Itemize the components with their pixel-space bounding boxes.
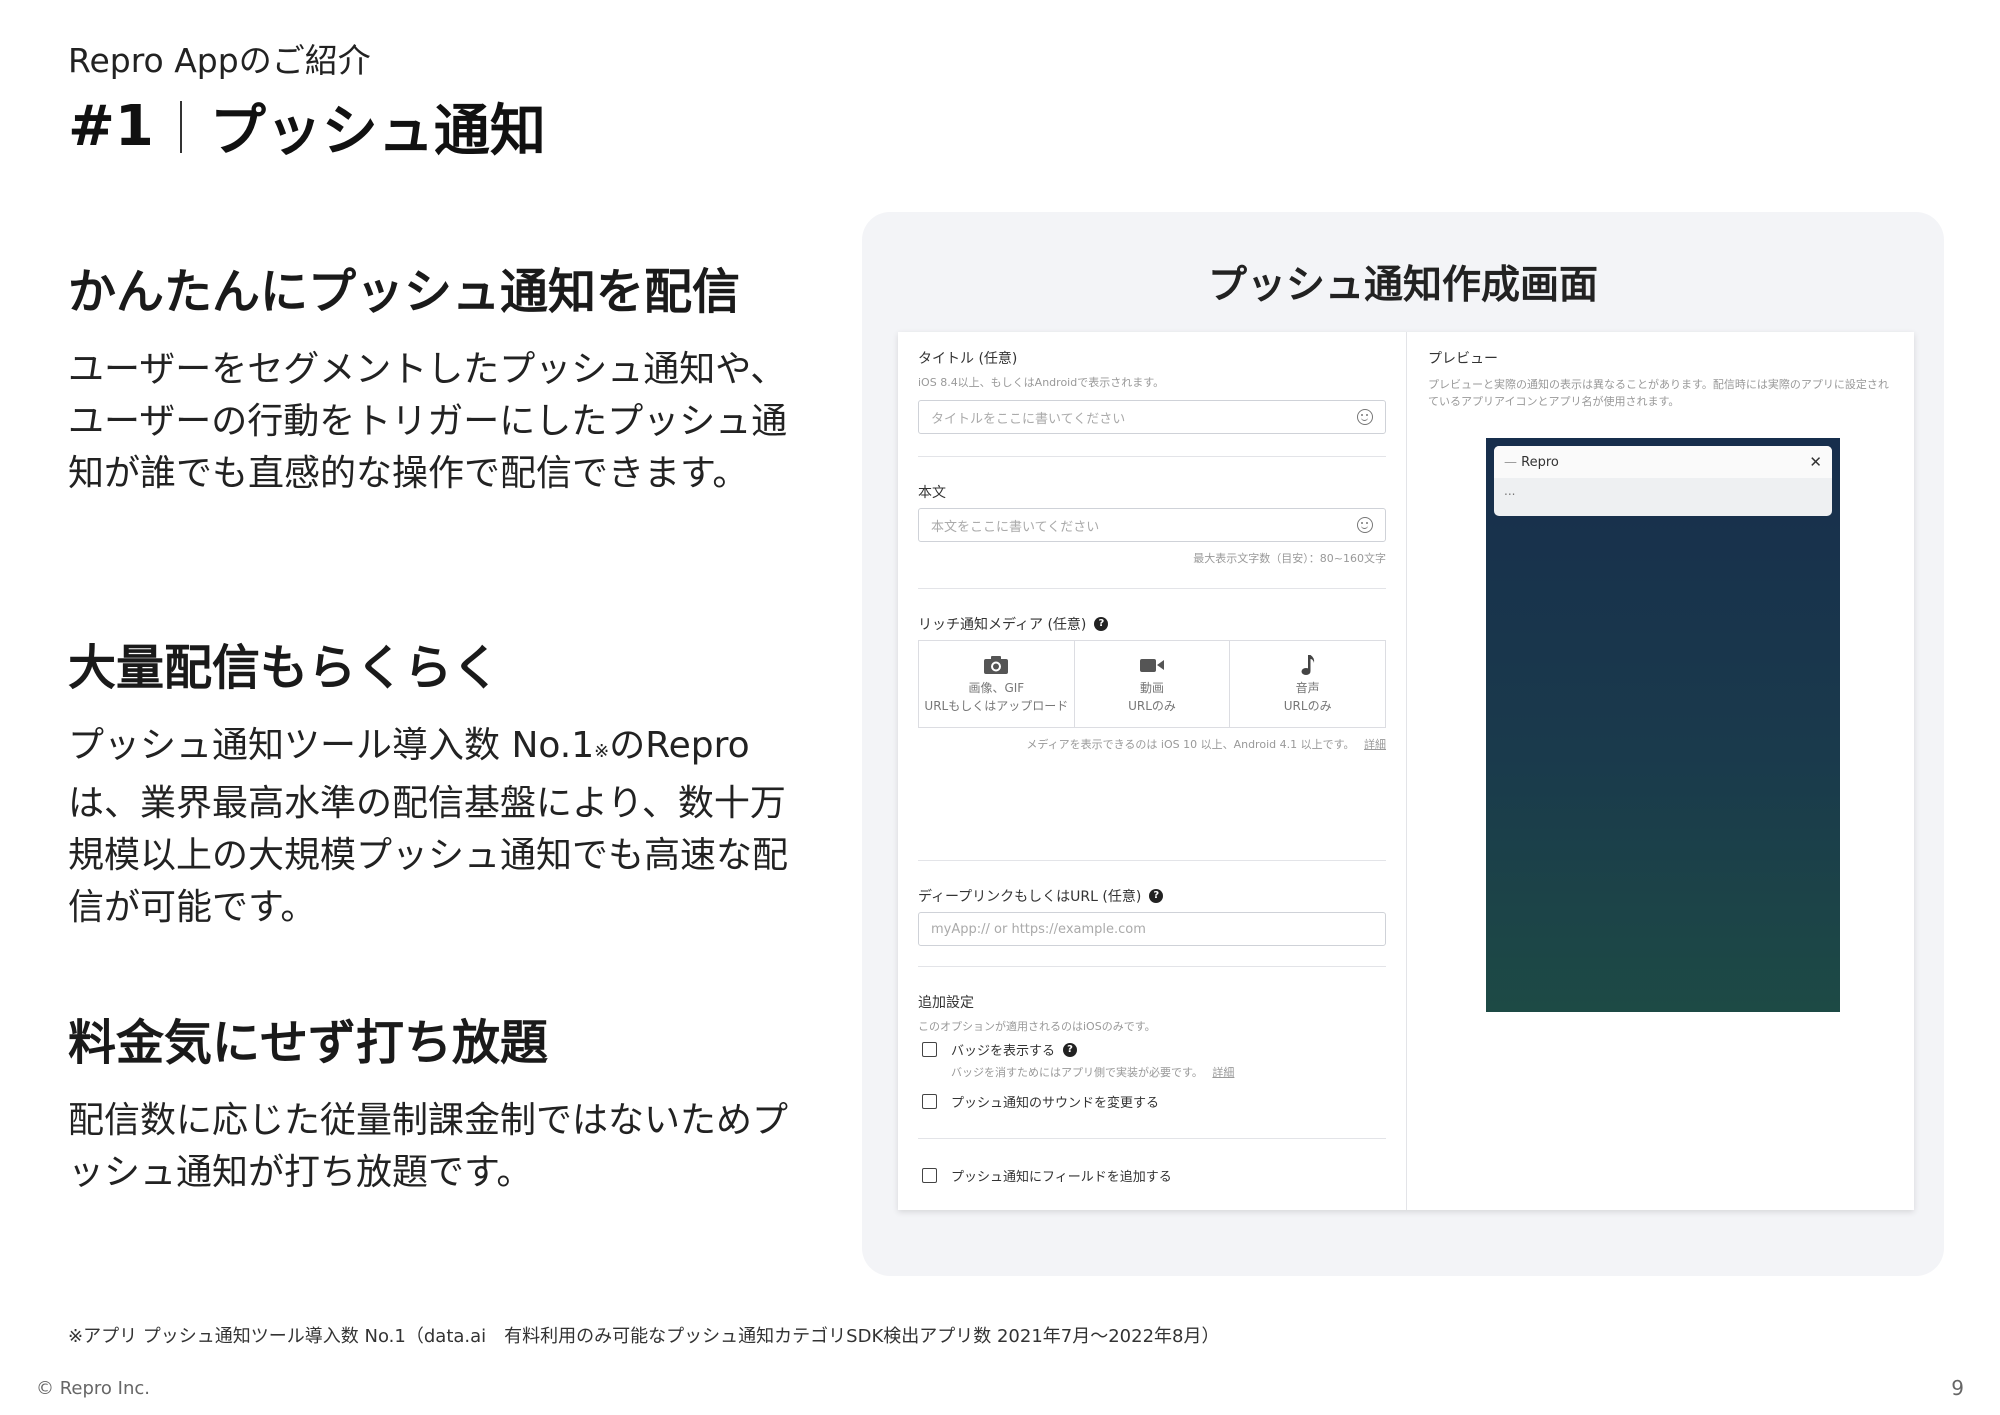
phone-preview: — Repro ✕ ...: [1486, 438, 1840, 1012]
help-icon[interactable]: ?: [1149, 889, 1164, 903]
media-option-name: 音声: [1295, 681, 1320, 695]
media-option-sub: URLもしくはアップロード: [924, 699, 1069, 713]
close-icon[interactable]: ✕: [1809, 453, 1822, 471]
preview-hint: プレビューと実際の通知の表示は異なることがあります。配信時には実際のアプリに設定…: [1428, 378, 1889, 408]
media-note-text: メディアを表示できるのは iOS 10 以上、Android 4.1 以上です。: [1026, 738, 1355, 751]
section-heading: かんたんにプッシュ通知を配信: [68, 264, 741, 320]
column-divider: [1406, 332, 1407, 1210]
sound-option-label: プッシュ通知のサウンドを変更する: [951, 1096, 1160, 1111]
section-body: ユーザーをセグメントしたプッシュ通知や、ユーザーの行動をトリガーにしたプッシュ通…: [68, 349, 788, 494]
section-divider: [918, 588, 1386, 589]
title-field-label: タイトル (任意): [918, 351, 1018, 367]
deeplink-input[interactable]: myApp:// or https://example.com: [918, 912, 1386, 946]
detail-link[interactable]: 詳細: [1364, 738, 1386, 751]
section-body-lead: プッシュ通知ツール導入数 No.1: [68, 725, 595, 766]
media-field-label: リッチ通知メディア (任意) ?: [918, 614, 1109, 634]
app-icon: —: [1504, 454, 1517, 470]
notification-preview: — Repro ✕ ...: [1494, 446, 1832, 516]
footnote: ※アプリ プッシュ通知ツール導入数 No.1（data.ai 有料利用のみ可能な…: [68, 1326, 1220, 1347]
section-unlimited: 料金気にせず打ち放題 配信数に応じた従量制課金制ではないためプッシュ通知が打ち放…: [68, 1003, 808, 1199]
notification-header: — Repro ✕: [1494, 446, 1832, 478]
panel-title: プッシュ通知作成画面: [1207, 263, 1598, 308]
camera-icon: [983, 653, 1009, 677]
section-heading: 料金気にせず打ち放題: [68, 1015, 549, 1071]
media-option-video[interactable]: 動画 URLのみ: [1075, 641, 1231, 727]
notification-app: — Repro: [1504, 455, 1559, 470]
media-option-audio[interactable]: 音声 URLのみ: [1230, 641, 1385, 727]
media-option-sub: URLのみ: [1283, 699, 1332, 713]
emoji-icon[interactable]: [1357, 409, 1373, 425]
field-checkbox[interactable]: [922, 1168, 937, 1183]
field-option-label: プッシュ通知にフィールドを追加する: [951, 1170, 1172, 1185]
sound-option[interactable]: プッシュ通知のサウンドを変更する: [922, 1092, 1159, 1111]
body-input[interactable]: 本文をここに書いてください: [918, 508, 1386, 542]
deeplink-input-placeholder: myApp:// or https://example.com: [931, 921, 1146, 937]
section-easy-delivery: かんたんにプッシュ通知を配信 ユーザーをセグメントしたプッシュ通知や、ユーザーの…: [68, 252, 808, 500]
badge-checkbox[interactable]: [922, 1042, 937, 1057]
section-divider: [918, 456, 1386, 457]
badge-option-label: バッジを表示する: [951, 1044, 1056, 1059]
media-option-name: 動画: [1140, 681, 1165, 695]
title-input-placeholder: タイトルをここに書いてください: [931, 411, 1126, 427]
media-option-image[interactable]: 画像、GIF URLもしくはアップロード: [919, 641, 1075, 727]
deeplink-field-label-text: ディープリンクもしくはURL (任意): [918, 889, 1142, 905]
extra-settings-label: 追加設定: [918, 995, 974, 1011]
section-body: プッシュ通知ツール導入数 No.1※のReproは、業界最高水準の配信基盤により…: [68, 720, 808, 934]
title-field-hint: iOS 8.4以上、もしくはAndroidで表示されます。: [918, 376, 1165, 389]
emoji-icon[interactable]: [1357, 517, 1373, 533]
media-field-label-text: リッチ通知メディア (任意): [918, 617, 1087, 633]
body-field-label: 本文: [918, 485, 946, 501]
badge-hint-text: バッジを消すためにはアプリ側で実装が必要です。: [951, 1066, 1203, 1079]
section-divider: [918, 966, 1386, 967]
slide-number-label: #1: [68, 94, 154, 159]
slide-title: #1 プッシュ通知: [68, 86, 546, 167]
slide-title-text: プッシュ通知: [209, 99, 546, 164]
field-option[interactable]: プッシュ通知にフィールドを追加する: [922, 1166, 1172, 1185]
copyright: © Repro Inc.: [36, 1378, 150, 1399]
push-compose-screen: タイトル (任意) iOS 8.4以上、もしくはAndroidで表示されます。 …: [898, 332, 1914, 1210]
help-icon[interactable]: ?: [1094, 617, 1109, 631]
section-body: 配信数に応じた従量制課金制ではないためプッシュ通知が打ち放題です。: [68, 1100, 789, 1193]
media-option-sub: URLのみ: [1128, 699, 1176, 713]
badge-option[interactable]: バッジを表示する ?: [922, 1040, 1078, 1059]
badge-hint: バッジを消すためにはアプリ側で実装が必要です。 詳細: [951, 1064, 1234, 1080]
media-selector: 画像、GIF URLもしくはアップロード 動画 URLのみ 音声 URLのみ: [918, 640, 1386, 728]
notification-app-name: Repro: [1521, 454, 1559, 470]
section-heading: 大量配信もらくらく: [68, 640, 501, 696]
body-char-counter: 最大表示文字数（目安）：80~160文字: [1193, 552, 1386, 565]
section-divider: [918, 860, 1386, 861]
section-divider: [918, 1138, 1386, 1139]
help-icon[interactable]: ?: [1063, 1042, 1078, 1057]
section-mass-delivery: 大量配信もらくらく プッシュ通知ツール導入数 No.1※のReproは、業界最高…: [68, 628, 808, 934]
extra-settings-hint: このオプションが適用されるのはiOSのみです。: [918, 1020, 1156, 1033]
music-note-icon: [1299, 653, 1317, 677]
deck-subtitle: Repro Appのご紹介: [68, 41, 371, 80]
body-input-placeholder: 本文をここに書いてください: [931, 519, 1100, 535]
deeplink-field-label: ディープリンクもしくはURL (任意) ?: [918, 886, 1164, 906]
video-icon: [1139, 653, 1165, 677]
title-input[interactable]: タイトルをここに書いてください: [918, 400, 1386, 434]
detail-link[interactable]: 詳細: [1212, 1066, 1234, 1079]
footnote-mark: ※: [594, 741, 610, 762]
screenshot-panel: プッシュ通知作成画面 タイトル (任意) iOS 8.4以上、もしくはAndro…: [862, 212, 1944, 1276]
media-option-name: 画像、GIF: [968, 681, 1025, 695]
preview-label: プレビュー: [1428, 351, 1498, 367]
notification-body: ...: [1504, 484, 1516, 498]
sound-checkbox[interactable]: [922, 1094, 937, 1109]
page-number: 9: [1951, 1376, 1964, 1400]
title-divider: [179, 100, 182, 153]
media-note: メディアを表示できるのは iOS 10 以上、Android 4.1 以上です。…: [1026, 736, 1386, 752]
